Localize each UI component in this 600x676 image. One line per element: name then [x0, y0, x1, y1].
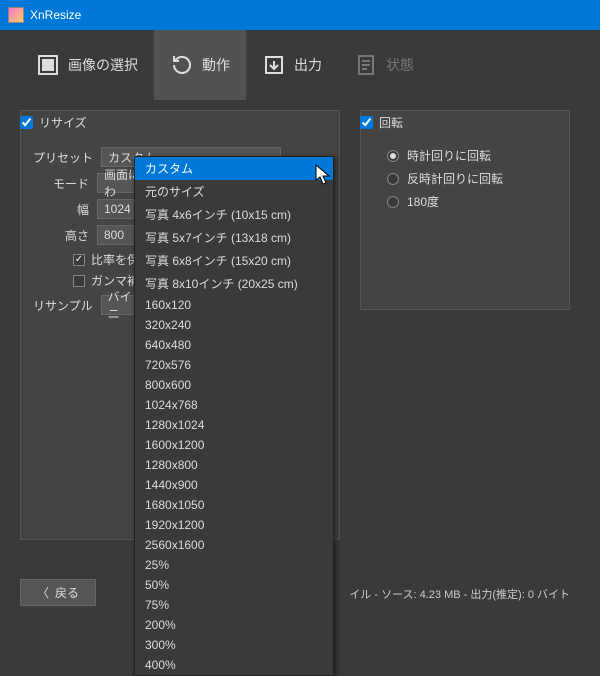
preset-option[interactable]: 写真 5x7インチ (13x18 cm) — [135, 226, 333, 249]
resample-label: リサンプル — [33, 297, 93, 314]
preset-option[interactable]: 写真 6x8インチ (15x20 cm) — [135, 249, 333, 272]
rotate-180-label: 180度 — [407, 193, 439, 210]
preset-option[interactable]: 1280x800 — [135, 455, 333, 475]
width-label: 幅 — [33, 201, 89, 218]
preset-option[interactable]: 300% — [135, 635, 333, 655]
panel-rotate: 回転 時計回りに回転 反時計回りに回転 180度 — [360, 110, 570, 310]
preset-option[interactable]: 1920x1200 — [135, 515, 333, 535]
select-icon — [36, 53, 60, 77]
preset-dropdown-list[interactable]: カスタム元のサイズ写真 4x6インチ (10x15 cm)写真 5x7インチ (… — [134, 156, 334, 676]
tab-action-label: 動作 — [202, 55, 230, 75]
preset-option[interactable]: 1600x1200 — [135, 435, 333, 455]
preset-option[interactable]: 320x240 — [135, 315, 333, 335]
preset-option[interactable]: 720x576 — [135, 355, 333, 375]
preset-option[interactable]: 元のサイズ — [135, 180, 333, 203]
width-value: 1024 — [104, 202, 131, 216]
back-button[interactable]: 〈 戻る — [20, 579, 96, 606]
preset-option[interactable]: 200% — [135, 615, 333, 635]
preset-option[interactable]: 2560x1600 — [135, 535, 333, 555]
height-value: 800 — [104, 228, 124, 242]
preset-option[interactable]: 160x120 — [135, 295, 333, 315]
status-icon — [354, 53, 378, 77]
tab-select[interactable]: 画像の選択 — [20, 30, 154, 100]
app-icon — [8, 7, 24, 23]
preset-option[interactable]: 写真 4x6インチ (10x15 cm) — [135, 203, 333, 226]
rotate-cw-label: 時計回りに回転 — [407, 147, 491, 164]
rotate-ccw-label: 反時計回りに回転 — [407, 170, 503, 187]
titlebar: XnResize — [0, 0, 600, 30]
mode-label: モード — [33, 175, 89, 192]
preset-option[interactable]: 1680x1050 — [135, 495, 333, 515]
preset-option[interactable]: 写真 8x10インチ (20x25 cm) — [135, 272, 333, 295]
preset-option[interactable]: 640x480 — [135, 335, 333, 355]
preset-label: プリセット — [33, 149, 93, 166]
preset-option[interactable]: 1280x1024 — [135, 415, 333, 435]
preset-option[interactable]: 400% — [135, 655, 333, 675]
preset-option[interactable]: 800x600 — [135, 375, 333, 395]
action-icon — [170, 53, 194, 77]
preset-option[interactable]: 25% — [135, 555, 333, 575]
tab-action[interactable]: 動作 — [154, 30, 246, 100]
tab-status[interactable]: 状態 — [338, 30, 430, 100]
resize-enable-checkbox[interactable] — [20, 116, 33, 129]
tab-status-label: 状態 — [386, 55, 414, 75]
rotate-ccw-radio[interactable]: 反時計回りに回転 — [387, 170, 557, 187]
tab-output-label: 出力 — [294, 55, 322, 75]
rotate-title: 回転 — [379, 114, 403, 131]
rotate-enable-checkbox[interactable] — [360, 116, 373, 129]
output-icon — [262, 53, 286, 77]
tabbar: 画像の選択 動作 出力 状態 — [0, 30, 600, 100]
preset-option[interactable]: 50% — [135, 575, 333, 595]
rotate-180-radio[interactable]: 180度 — [387, 193, 557, 210]
preset-option[interactable]: 1024x768 — [135, 395, 333, 415]
resize-title: リサイズ — [39, 114, 87, 131]
back-label: 戻る — [55, 584, 79, 601]
tab-output[interactable]: 出力 — [246, 30, 338, 100]
window-title: XnResize — [30, 8, 81, 22]
preset-option[interactable]: カスタム — [135, 157, 333, 180]
preset-option[interactable]: 1440x900 — [135, 475, 333, 495]
tab-select-label: 画像の選択 — [68, 55, 138, 75]
height-label: 高さ — [33, 227, 89, 244]
status-text: イル - ソース: 4.23 MB - 出力(推定): 0 バイト — [349, 586, 570, 602]
rotate-cw-radio[interactable]: 時計回りに回転 — [387, 147, 557, 164]
chevron-left-icon: 〈 — [37, 584, 49, 601]
preset-option[interactable]: 75% — [135, 595, 333, 615]
